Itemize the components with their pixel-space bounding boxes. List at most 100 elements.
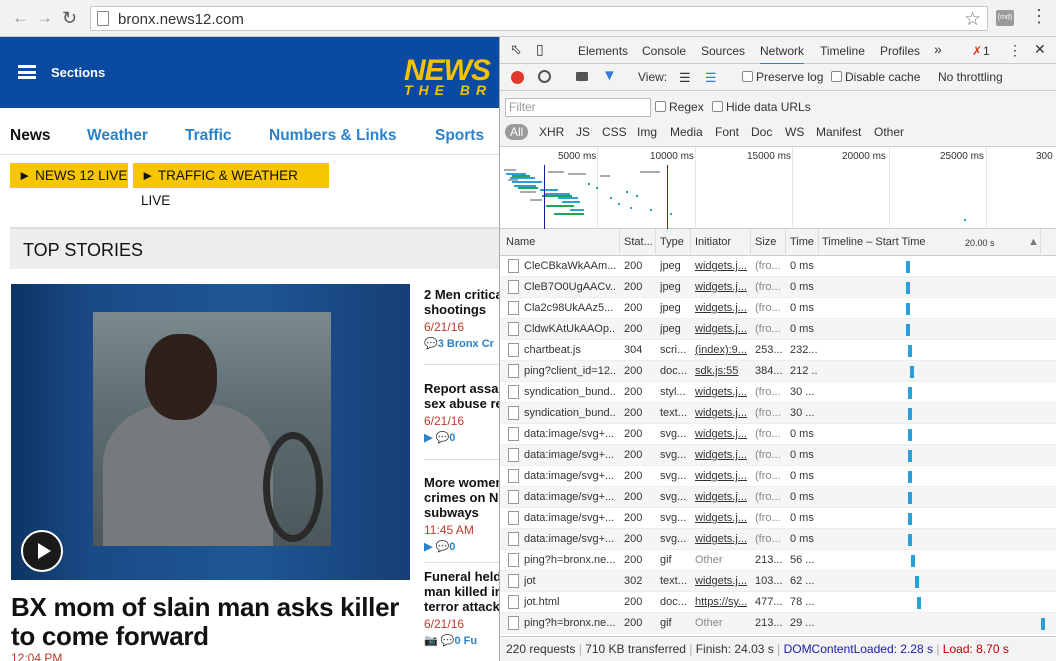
main-headline[interactable]: BX mom of slain man asks killer to come … xyxy=(11,593,411,651)
request-initiator[interactable]: widgets.j... xyxy=(695,491,747,503)
inspect-element-icon[interactable]: ⬁ xyxy=(510,41,522,58)
story-meta[interactable]: ▶ 💬0 xyxy=(424,431,499,444)
request-initiator[interactable]: https://sy... xyxy=(695,596,747,608)
tab-console[interactable]: Console xyxy=(642,44,686,58)
request-row[interactable]: CldwKAtUkAAOp... 200 jpeg widgets.j... (fro.… xyxy=(500,319,1056,340)
request-initiator[interactable]: widgets.j... xyxy=(695,470,747,482)
filter-icon[interactable]: ▼ xyxy=(602,67,617,84)
nav-news[interactable]: News xyxy=(10,127,51,145)
preserve-log-checkbox[interactable]: Preserve log xyxy=(742,70,823,84)
bookmark-star-icon[interactable]: ☆ xyxy=(964,8,981,31)
column-initiator[interactable]: Initiator xyxy=(695,236,731,248)
sort-ascending-icon[interactable]: ▲ xyxy=(1028,236,1039,248)
story-title-line[interactable]: crimes on N xyxy=(424,490,499,505)
story-item[interactable]: More women crimes on N subways 11:45 AM … xyxy=(424,475,499,553)
hamburger-menu-icon[interactable] xyxy=(18,65,36,79)
type-css[interactable]: CSS xyxy=(602,125,627,139)
type-js[interactable]: JS xyxy=(576,125,590,139)
request-row[interactable]: data:image/svg+... 200 svg... widgets.j... (… xyxy=(500,424,1056,445)
url-text[interactable]: bronx.news12.com xyxy=(118,11,244,28)
type-doc[interactable]: Doc xyxy=(751,125,772,139)
request-row[interactable]: data:image/svg+... 200 svg... widgets.j... (… xyxy=(500,466,1056,487)
column-type[interactable]: Type xyxy=(660,236,684,248)
request-row[interactable]: ping?h=bronx.ne... 200 gif Other 213... 56 ..… xyxy=(500,550,1056,571)
request-row[interactable]: data:image/svg+... 200 svg... widgets.j... (… xyxy=(500,445,1056,466)
disable-cache-checkbox[interactable]: Disable cache xyxy=(831,70,920,84)
request-initiator[interactable]: Other xyxy=(695,617,747,629)
story-title-line[interactable]: shootings xyxy=(424,302,499,317)
request-initiator[interactable]: widgets.j... xyxy=(695,449,747,461)
type-manifest[interactable]: Manifest xyxy=(816,125,861,139)
clear-icon[interactable] xyxy=(538,70,551,83)
column-time[interactable]: Time xyxy=(790,236,814,248)
nav-traffic[interactable]: Traffic xyxy=(185,127,232,145)
column-timeline[interactable]: Timeline – Start Time xyxy=(822,236,926,248)
type-all[interactable]: All xyxy=(505,124,529,140)
play-icon[interactable] xyxy=(21,530,63,572)
sections-menu-label[interactable]: Sections xyxy=(51,65,105,80)
request-initiator[interactable]: widgets.j... xyxy=(695,323,747,335)
story-title-line[interactable]: terror attack xyxy=(424,599,499,614)
story-title-line[interactable]: Report assail xyxy=(424,381,499,396)
type-img[interactable]: Img xyxy=(637,125,657,139)
request-row[interactable]: Cla2c98UkAAz5... 200 jpeg widgets.j... (fro.… xyxy=(500,298,1056,319)
devtools-menu-icon[interactable]: ⋮ xyxy=(1008,42,1022,59)
request-row[interactable]: CleCBkaWkAAm... 200 jpeg widgets.j... (fro..… xyxy=(500,256,1056,277)
request-initiator[interactable]: Other xyxy=(695,554,747,566)
vertical-ellipsis-icon[interactable]: ⋮ xyxy=(1030,6,1048,26)
regex-checkbox[interactable]: Regex xyxy=(655,100,704,114)
hide-data-urls-checkbox[interactable]: Hide data URLs xyxy=(712,100,811,114)
story-meta[interactable]: 💬3 Bronx Cr xyxy=(424,337,499,350)
request-row[interactable]: jot 302 text... widgets.j... 103... 62 ... xyxy=(500,571,1056,592)
waterfall-overview-icon[interactable]: ☰ xyxy=(705,70,717,86)
extension-icon[interactable]: (md) xyxy=(996,10,1014,26)
story-title-line[interactable]: man killed ir xyxy=(424,584,499,599)
news12-logo[interactable]: NEWS xyxy=(404,56,491,86)
type-other[interactable]: Other xyxy=(874,125,904,139)
throttling-select[interactable]: No throttling xyxy=(938,70,1003,84)
error-icon[interactable]: ✗ xyxy=(972,44,982,58)
story-meta[interactable]: 📷 💬0 Fu xyxy=(424,634,499,647)
request-initiator[interactable]: widgets.j... xyxy=(695,260,747,272)
request-row[interactable]: data:image/svg+... 200 svg... widgets.j... (… xyxy=(500,529,1056,550)
story-title-line[interactable]: 2 Men critical xyxy=(424,287,499,302)
nav-sports[interactable]: Sports xyxy=(435,127,484,145)
request-row[interactable]: ping?client_id=12... 200 doc... sdk.js:55 38… xyxy=(500,361,1056,382)
request-row[interactable]: data:image/svg+... 200 svg... widgets.j... (… xyxy=(500,508,1056,529)
story-item[interactable]: Funeral held man killed ir terror attack… xyxy=(424,569,499,647)
type-xhr[interactable]: XHR xyxy=(539,125,564,139)
type-ws[interactable]: WS xyxy=(785,125,804,139)
record-icon[interactable] xyxy=(511,71,524,84)
request-row[interactable]: syndication_bund... 200 styl... widgets.j..… xyxy=(500,382,1056,403)
forward-arrow-icon[interactable]: → xyxy=(36,9,53,27)
request-initiator[interactable]: widgets.j... xyxy=(695,281,747,293)
request-initiator[interactable]: widgets.j... xyxy=(695,428,747,440)
address-bar[interactable]: bronx.news12.com ☆ xyxy=(90,6,988,31)
large-rows-icon[interactable]: ☰ xyxy=(679,70,691,86)
network-overview[interactable]: 5000 ms 10000 ms 15000 ms 20000 ms 25000… xyxy=(500,147,1056,229)
request-row[interactable]: jot.html 200 doc... https://sy... 477... 78 .… xyxy=(500,592,1056,613)
request-row[interactable]: ping?h=bronx.ne... 200 gif Other 213... 29 ..… xyxy=(500,613,1056,634)
column-name[interactable]: Name xyxy=(506,236,535,248)
column-size[interactable]: Size xyxy=(755,236,776,248)
nav-numbers-links[interactable]: Numbers & Links xyxy=(269,127,396,145)
request-initiator[interactable]: widgets.j... xyxy=(695,407,747,419)
request-initiator[interactable]: widgets.j... xyxy=(695,575,747,587)
nav-weather[interactable]: Weather xyxy=(87,127,148,145)
tab-network[interactable]: Network xyxy=(760,44,805,65)
news12-live-button[interactable]: ► NEWS 12 LIVE xyxy=(10,163,128,188)
camera-icon[interactable] xyxy=(576,72,588,81)
tab-timeline[interactable]: Timeline xyxy=(820,44,865,58)
tab-profiles[interactable]: Profiles xyxy=(880,44,920,58)
request-row[interactable]: data:image/svg+... 200 svg... widgets.j... (… xyxy=(500,487,1056,508)
request-initiator[interactable]: widgets.j... xyxy=(695,386,747,398)
request-initiator[interactable]: (index):9... xyxy=(695,344,747,356)
story-meta[interactable]: ▶ 💬0 xyxy=(424,540,499,553)
type-media[interactable]: Media xyxy=(670,125,703,139)
reload-icon[interactable]: ↻ xyxy=(62,9,77,27)
story-title-line[interactable]: sex abuse re xyxy=(424,396,499,411)
column-status[interactable]: Stat... xyxy=(624,236,653,248)
request-row[interactable]: syndication_bund... 200 text... widgets.j..… xyxy=(500,403,1056,424)
filter-input[interactable]: Filter xyxy=(505,98,651,117)
request-row[interactable]: chartbeat.js 304 scri... (index):9... 253...… xyxy=(500,340,1056,361)
